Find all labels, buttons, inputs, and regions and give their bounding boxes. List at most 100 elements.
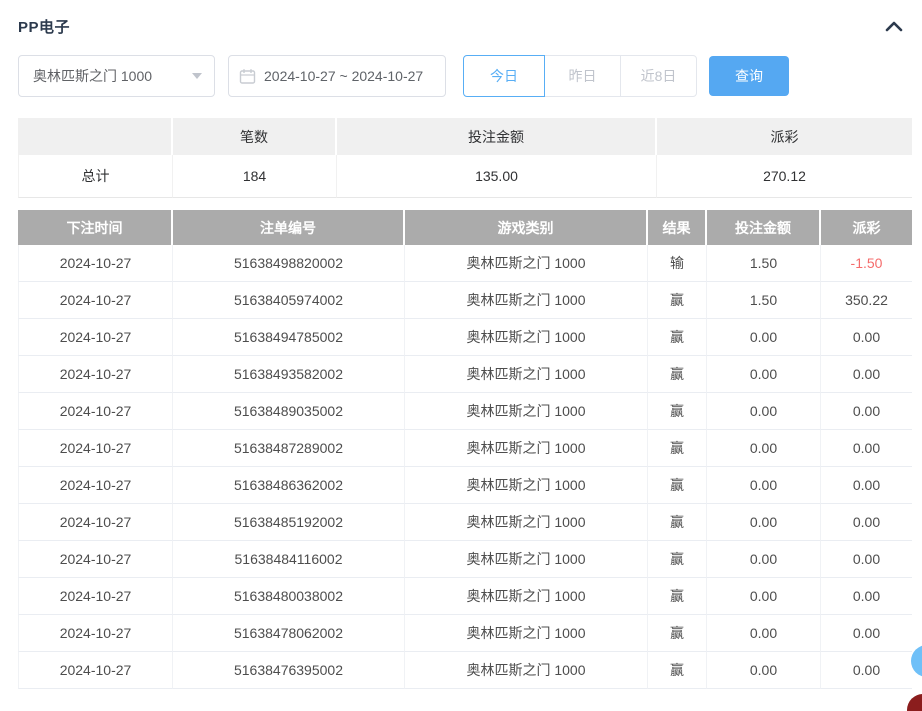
record-row: 2024-10-2751638485192002奥林匹斯之门 1000赢0.00… — [18, 504, 912, 541]
records-column-header: 注单编号 — [173, 210, 405, 245]
date-range-input[interactable]: 2024-10-27 ~ 2024-10-27 — [228, 55, 446, 97]
summary-column-header — [18, 118, 173, 155]
payout-cell: 0.00 — [821, 393, 912, 430]
records-column-header: 下注时间 — [18, 210, 173, 245]
game-cell: 奥林匹斯之门 1000 — [405, 615, 648, 652]
quick-range-group: 今日昨日近8日 — [463, 55, 697, 97]
game-select-value: 奥林匹斯之门 1000 — [33, 66, 152, 86]
order-no-cell: 51638405974002 — [173, 282, 405, 319]
quick-range-button-2[interactable]: 近8日 — [620, 55, 697, 97]
quick-range-button-1[interactable]: 昨日 — [544, 55, 621, 97]
summary-header-row: 笔数投注金额派彩 — [18, 118, 912, 155]
record-row: 2024-10-2751638478062002奥林匹斯之门 1000赢0.00… — [18, 615, 912, 652]
game-cell: 奥林匹斯之门 1000 — [405, 245, 648, 282]
game-cell: 奥林匹斯之门 1000 — [405, 541, 648, 578]
order-no-cell: 51638480038002 — [173, 578, 405, 615]
result-cell: 赢 — [648, 615, 707, 652]
record-row: 2024-10-2751638480038002奥林匹斯之门 1000赢0.00… — [18, 578, 912, 615]
summary-column-header: 投注金额 — [337, 118, 657, 155]
payout-cell: 0.00 — [821, 356, 912, 393]
result-cell: 赢 — [648, 652, 707, 689]
result-cell: 赢 — [648, 541, 707, 578]
order-no-cell: 51638494785002 — [173, 319, 405, 356]
chevron-down-icon — [192, 73, 202, 79]
record-row: 2024-10-2751638486362002奥林匹斯之门 1000赢0.00… — [18, 467, 912, 504]
result-cell: 赢 — [648, 393, 707, 430]
record-row: 2024-10-2751638487289002奥林匹斯之门 1000赢0.00… — [18, 430, 912, 467]
bet-time-cell: 2024-10-27 — [18, 504, 173, 541]
records-column-header: 投注金额 — [707, 210, 821, 245]
filter-bar: 奥林匹斯之门 1000 2024-10-27 ~ 2024-10-27 今日昨日… — [18, 55, 789, 97]
page-title: PP电子 — [18, 16, 70, 37]
bet-time-cell: 2024-10-27 — [18, 652, 173, 689]
bet-time-cell: 2024-10-27 — [18, 245, 173, 282]
bet-time-cell: 2024-10-27 — [18, 541, 173, 578]
bet-amount-cell: 0.00 — [707, 356, 821, 393]
collapse-button[interactable] — [883, 19, 905, 34]
summary-column-header: 笔数 — [173, 118, 337, 155]
bet-amount-cell: 0.00 — [707, 615, 821, 652]
summary-total-cell: 270.12 — [657, 155, 912, 198]
quick-range-button-0[interactable]: 今日 — [463, 55, 545, 97]
result-cell: 输 — [648, 245, 707, 282]
payout-cell: 350.22 — [821, 282, 912, 319]
order-no-cell: 51638493582002 — [173, 356, 405, 393]
summary-total-cell: 135.00 — [337, 155, 657, 198]
pp-games-report-panel: PP电子 奥林匹斯之门 1000 2024-10-27 ~ 2024-10-27 — [0, 0, 922, 711]
game-cell: 奥林匹斯之门 1000 — [405, 282, 648, 319]
game-cell: 奥林匹斯之门 1000 — [405, 356, 648, 393]
game-cell: 奥林匹斯之门 1000 — [405, 430, 648, 467]
bet-time-cell: 2024-10-27 — [18, 319, 173, 356]
bet-amount-cell: 0.00 — [707, 319, 821, 356]
bet-amount-cell: 1.50 — [707, 282, 821, 319]
bet-time-cell: 2024-10-27 — [18, 356, 173, 393]
order-no-cell: 51638476395002 — [173, 652, 405, 689]
payout-cell: 0.00 — [821, 319, 912, 356]
bet-amount-cell: 0.00 — [707, 652, 821, 689]
payout-cell: 0.00 — [821, 430, 912, 467]
bet-amount-cell: 0.00 — [707, 430, 821, 467]
game-cell: 奥林匹斯之门 1000 — [405, 393, 648, 430]
bet-time-cell: 2024-10-27 — [18, 578, 173, 615]
summary-column-header: 派彩 — [657, 118, 912, 155]
bet-amount-cell: 0.00 — [707, 578, 821, 615]
result-cell: 赢 — [648, 356, 707, 393]
bet-time-cell: 2024-10-27 — [18, 282, 173, 319]
record-row: 2024-10-2751638405974002奥林匹斯之门 1000赢1.50… — [18, 282, 912, 319]
payout-cell: 0.00 — [821, 615, 912, 652]
summary-total-cell: 184 — [173, 155, 337, 198]
order-no-cell: 51638487289002 — [173, 430, 405, 467]
payout-cell: 0.00 — [821, 578, 912, 615]
order-no-cell: 51638485192002 — [173, 504, 405, 541]
record-row: 2024-10-2751638498820002奥林匹斯之门 1000输1.50… — [18, 245, 912, 282]
records-column-header: 结果 — [648, 210, 707, 245]
date-range-value: 2024-10-27 ~ 2024-10-27 — [264, 68, 423, 84]
bet-amount-cell: 0.00 — [707, 393, 821, 430]
panel-header: PP电子 — [18, 14, 905, 38]
summary-total-cell: 总计 — [18, 155, 173, 198]
payout-cell: -1.50 — [821, 245, 912, 282]
result-cell: 赢 — [648, 578, 707, 615]
bet-amount-cell: 1.50 — [707, 245, 821, 282]
bet-time-cell: 2024-10-27 — [18, 615, 173, 652]
records-column-header: 派彩 — [821, 210, 912, 245]
game-select[interactable]: 奥林匹斯之门 1000 — [18, 55, 215, 97]
order-no-cell: 51638478062002 — [173, 615, 405, 652]
record-row: 2024-10-2751638484116002奥林匹斯之门 1000赢0.00… — [18, 541, 912, 578]
record-row: 2024-10-2751638494785002奥林匹斯之门 1000赢0.00… — [18, 319, 912, 356]
float-button-blue[interactable] — [911, 645, 922, 677]
record-row: 2024-10-2751638476395002奥林匹斯之门 1000赢0.00… — [18, 652, 912, 689]
records-header-row: 下注时间注单编号游戏类别结果投注金额派彩 — [18, 210, 912, 245]
bet-time-cell: 2024-10-27 — [18, 393, 173, 430]
bet-amount-cell: 0.00 — [707, 504, 821, 541]
query-button[interactable]: 查询 — [709, 56, 789, 96]
game-cell: 奥林匹斯之门 1000 — [405, 578, 648, 615]
order-no-cell: 51638498820002 — [173, 245, 405, 282]
summary-table: 笔数投注金额派彩 总计184135.00270.12 — [18, 118, 912, 198]
game-cell: 奥林匹斯之门 1000 — [405, 504, 648, 541]
payout-cell: 0.00 — [821, 504, 912, 541]
bet-time-cell: 2024-10-27 — [18, 467, 173, 504]
game-cell: 奥林匹斯之门 1000 — [405, 319, 648, 356]
result-cell: 赢 — [648, 467, 707, 504]
float-button-red[interactable] — [907, 694, 922, 711]
